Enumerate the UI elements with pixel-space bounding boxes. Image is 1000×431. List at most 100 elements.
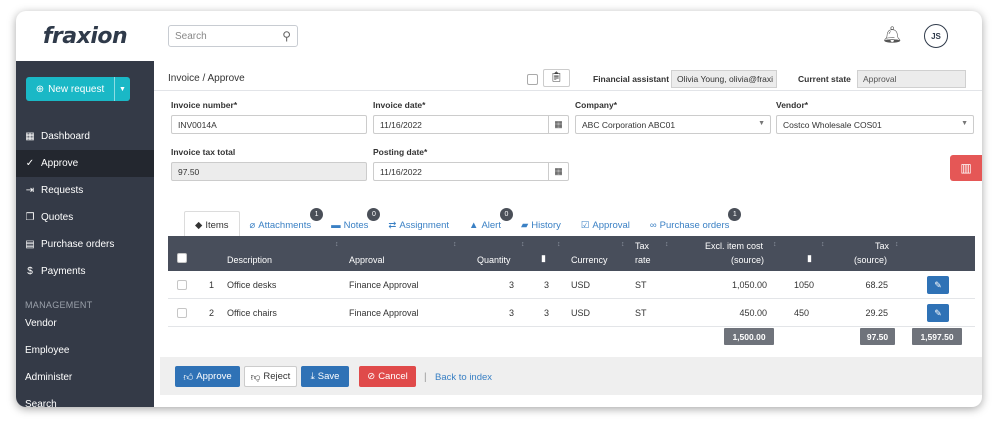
sidebar-item-label: Quotes bbox=[41, 212, 74, 223]
total-tax: 97.50 bbox=[860, 328, 895, 345]
select-all-checkbox[interactable] bbox=[177, 253, 187, 263]
tab-bar: ◆ Items ⌀ Attachments 1 ▬ Notes 0 ⇄ Assignment… bbox=[184, 207, 742, 239]
sidebar-item-approve[interactable]: ✓ Approve bbox=[16, 150, 154, 177]
tab-history[interactable]: ▰ History bbox=[511, 211, 571, 239]
row-tax: 68.25 bbox=[865, 280, 888, 290]
sort-icon[interactable]: ↕ bbox=[335, 241, 339, 248]
tab-approval[interactable]: ☑ Approval bbox=[571, 211, 640, 239]
column-header-tax[interactable]: Tax bbox=[875, 241, 889, 251]
sidebar-item-requests[interactable]: ⇥ Requests bbox=[16, 177, 154, 204]
bell-icon[interactable]: 🔔︎ bbox=[882, 25, 902, 45]
main-content: Invoice / Approve 📋︎ Financial assistant… bbox=[154, 61, 982, 407]
brand-text: fraxion bbox=[42, 23, 128, 49]
calendar-icon[interactable]: ▦ bbox=[548, 116, 568, 133]
sort-icon[interactable]: ↕ bbox=[895, 241, 899, 248]
table-row[interactable]: 1 Office desks Finance Approval 3 3 USD … bbox=[168, 271, 975, 299]
tab-alert[interactable]: ▲ Alert 0 bbox=[459, 208, 513, 239]
approve-button[interactable]: 👍︎ Approve bbox=[175, 366, 240, 387]
table-row[interactable]: 2 Office chairs Finance Approval 3 3 USD… bbox=[168, 299, 975, 327]
search-icon[interactable]: ⚲ bbox=[282, 29, 291, 43]
sidebar-item-purchase-orders[interactable]: ▤ Purchase orders bbox=[16, 231, 154, 258]
row-excl-cost-alt: 1050 bbox=[794, 280, 815, 290]
sidebar-item-label: Requests bbox=[41, 185, 84, 196]
vendor-select[interactable]: Costco Wholesale COS01 ▼ bbox=[776, 115, 974, 134]
posting-date-field[interactable]: 11/16/2022 ▦ bbox=[373, 162, 569, 181]
sidebar-item-employee[interactable]: Employee bbox=[16, 337, 154, 364]
row-checkbox[interactable] bbox=[177, 280, 187, 290]
tab-items[interactable]: ◆ Items bbox=[184, 211, 240, 239]
invoice-number-field[interactable]: INV0014A bbox=[171, 115, 367, 134]
plus-circle-icon: ⊕ bbox=[35, 83, 45, 95]
pencil-icon: ✎ bbox=[934, 307, 942, 318]
company-value: ABC Corporation ABC01 bbox=[582, 120, 676, 130]
sort-icon[interactable]: ↕ bbox=[821, 241, 825, 248]
invoice-number-label: Invoice number* bbox=[171, 100, 238, 110]
column-header-tax-rate[interactable]: Tax bbox=[635, 241, 649, 251]
comment-icon: ▬ bbox=[331, 219, 341, 231]
company-select[interactable]: ABC Corporation ABC01 ▼ bbox=[575, 115, 771, 134]
new-request-button[interactable]: ⊕ New request ▼ bbox=[26, 77, 130, 101]
clipboard-icon[interactable]: 📋︎ bbox=[543, 69, 570, 87]
column-header-tax-line2: (source) bbox=[854, 255, 888, 265]
total-excl-cost: 1,500.00 bbox=[724, 328, 774, 345]
cancel-button[interactable]: ⊘ Cancel bbox=[359, 366, 416, 387]
invoice-date-field[interactable]: 11/16/2022 ▦ bbox=[373, 115, 569, 134]
sidebar-item-vendor[interactable]: Vendor bbox=[16, 310, 154, 337]
sort-icon[interactable]: ↕ bbox=[521, 241, 525, 248]
sort-icon[interactable]: ↕ bbox=[453, 241, 457, 248]
company-label: Company* bbox=[575, 100, 618, 110]
edit-button[interactable]: ✎ bbox=[927, 304, 949, 322]
sidebar-item-administer[interactable]: Administer bbox=[16, 364, 154, 391]
reject-button[interactable]: 👎︎ Reject bbox=[244, 366, 297, 387]
tab-notes[interactable]: ▬ Notes 0 bbox=[321, 208, 381, 239]
row-checkbox[interactable] bbox=[177, 308, 187, 318]
sort-icon[interactable]: ↕ bbox=[665, 241, 669, 248]
save-label: Save bbox=[317, 371, 340, 382]
new-request-main[interactable]: ⊕ New request bbox=[26, 77, 114, 101]
chevron-down-icon[interactable]: ▼ bbox=[114, 77, 130, 101]
tab-label: Purchase orders bbox=[659, 219, 730, 231]
brand-logo[interactable]: fraxion bbox=[16, 11, 154, 61]
column-header-excl-item-cost[interactable]: Excl. item cost bbox=[705, 241, 763, 251]
column-header-approval[interactable]: Approval bbox=[349, 255, 385, 265]
vendor-label: Vendor* bbox=[776, 100, 809, 110]
sort-icon[interactable]: ↕ bbox=[773, 241, 777, 248]
sidebar-item-label: Dashboard bbox=[41, 131, 90, 142]
save-button[interactable]: ⤓ Save bbox=[301, 366, 349, 387]
sort-icon[interactable]: ↕ bbox=[557, 241, 561, 248]
row-quantity-received: 3 bbox=[544, 280, 550, 290]
row-tax-rate: ST bbox=[635, 308, 647, 318]
edit-button[interactable]: ✎ bbox=[927, 276, 949, 294]
column-header-excl-item-cost-line2: (source) bbox=[731, 255, 765, 265]
sidebar-item-payments[interactable]: $ Payments bbox=[16, 258, 154, 285]
invoice-date-value: 11/16/2022 bbox=[380, 120, 422, 130]
back-to-index-link[interactable]: Back to index bbox=[435, 372, 492, 383]
tab-purchase-orders[interactable]: ∞ Purchase orders 1 bbox=[640, 208, 742, 239]
column-header-currency[interactable]: Currency bbox=[571, 255, 608, 265]
header-checkbox[interactable] bbox=[527, 74, 538, 85]
row-quantity: 3 bbox=[509, 280, 515, 290]
tab-assignment[interactable]: ⇄ Assignment bbox=[378, 211, 459, 239]
table-header: Description ↕ Approval ↕ Quantity ↕ ▮ ↕ … bbox=[168, 236, 975, 271]
row-description: Office desks bbox=[227, 280, 277, 290]
tab-label: History bbox=[531, 219, 561, 231]
column-header-quantity[interactable]: Quantity bbox=[477, 255, 511, 265]
sort-icon[interactable]: ↕ bbox=[621, 241, 625, 248]
count-badge: 1 bbox=[728, 208, 742, 221]
tab-label: Approval bbox=[592, 219, 630, 231]
sidebar-item-quotes[interactable]: ❐ Quotes bbox=[16, 204, 154, 231]
chart-panel-button[interactable]: ▥ bbox=[950, 155, 982, 181]
sidebar-item-search[interactable]: Search bbox=[16, 391, 154, 407]
search-input[interactable]: Search ⚲ bbox=[168, 25, 298, 47]
column-header-tax-rate-line2: rate bbox=[635, 255, 651, 265]
calendar-icon[interactable]: ▦ bbox=[548, 163, 568, 180]
row-currency: USD bbox=[571, 308, 591, 318]
sidebar-item-label: Payments bbox=[41, 266, 86, 277]
tab-label: Notes bbox=[343, 219, 369, 231]
new-request-label: New request bbox=[48, 83, 105, 95]
column-header-description[interactable]: Description bbox=[227, 255, 272, 265]
sidebar-item-dashboard[interactable]: ▦ Dashboard bbox=[16, 123, 154, 150]
avatar[interactable]: JS bbox=[924, 24, 948, 48]
row-quantity-received: 3 bbox=[544, 308, 550, 318]
tab-attachments[interactable]: ⌀ Attachments 1 bbox=[240, 208, 324, 239]
